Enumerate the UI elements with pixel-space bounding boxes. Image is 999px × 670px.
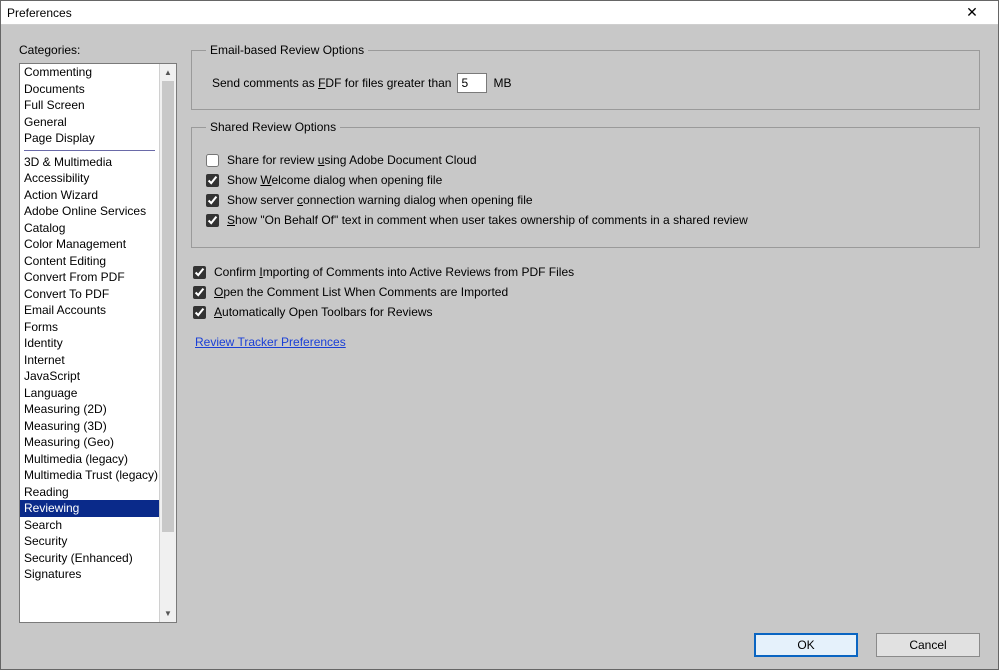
- on-behalf-of-checkbox[interactable]: [206, 214, 219, 227]
- email-review-legend: Email-based Review Options: [206, 43, 368, 57]
- category-item[interactable]: Measuring (Geo): [20, 434, 159, 451]
- open-comment-list-label: Open the Comment List When Comments are …: [214, 285, 508, 300]
- category-item[interactable]: Content Editing: [20, 253, 159, 270]
- category-item[interactable]: JavaScript: [20, 368, 159, 385]
- share-cloud-row: Share for review using Adobe Document Cl…: [206, 153, 965, 168]
- auto-open-toolbars-checkbox[interactable]: [193, 306, 206, 319]
- content-area: Categories: CommentingDocumentsFull Scre…: [19, 43, 980, 623]
- welcome-dialog-label: Show Welcome dialog when opening file: [227, 173, 442, 188]
- category-item[interactable]: Accessibility: [20, 170, 159, 187]
- category-divider: [24, 150, 155, 151]
- review-tracker-link[interactable]: Review Tracker Preferences: [195, 335, 346, 349]
- category-item[interactable]: Search: [20, 517, 159, 534]
- dialog-footer: OK Cancel: [19, 623, 980, 657]
- open-comment-list-checkbox[interactable]: [193, 286, 206, 299]
- server-connection-checkbox[interactable]: [206, 194, 219, 207]
- share-cloud-label: Share for review using Adobe Document Cl…: [227, 153, 477, 168]
- window-title: Preferences: [7, 6, 72, 20]
- category-item[interactable]: Page Display: [20, 130, 159, 147]
- shared-review-legend: Shared Review Options: [206, 120, 340, 134]
- confirm-importing-row: Confirm Importing of Comments into Activ…: [193, 265, 980, 280]
- category-item[interactable]: Security (Enhanced): [20, 550, 159, 567]
- categories-items: CommentingDocumentsFull ScreenGeneralPag…: [20, 64, 159, 622]
- ok-button[interactable]: OK: [754, 633, 858, 657]
- category-item[interactable]: Email Accounts: [20, 302, 159, 319]
- dialog-body: Categories: CommentingDocumentsFull Scre…: [1, 25, 998, 669]
- welcome-dialog-row: Show Welcome dialog when opening file: [206, 173, 965, 188]
- close-button[interactable]: ✕: [952, 2, 992, 24]
- categories-label: Categories:: [19, 43, 177, 57]
- server-connection-label: Show server connection warning dialog wh…: [227, 193, 533, 208]
- on-behalf-of-row: Show "On Behalf Of" text in comment when…: [206, 213, 965, 228]
- cancel-button[interactable]: Cancel: [876, 633, 980, 657]
- category-item[interactable]: Convert From PDF: [20, 269, 159, 286]
- category-item[interactable]: Forms: [20, 319, 159, 336]
- fdf-size-label: Send comments as FDF for files greater t…: [212, 76, 451, 90]
- category-item[interactable]: Adobe Online Services: [20, 203, 159, 220]
- category-item[interactable]: Full Screen: [20, 97, 159, 114]
- share-cloud-checkbox[interactable]: [206, 154, 219, 167]
- email-review-group: Email-based Review Options Send comments…: [191, 43, 980, 110]
- category-item[interactable]: Internet: [20, 352, 159, 369]
- general-review-options: Confirm Importing of Comments into Activ…: [191, 258, 980, 349]
- shared-review-group: Shared Review Options Share for review u…: [191, 120, 980, 248]
- category-item[interactable]: Documents: [20, 81, 159, 98]
- open-comment-list-row: Open the Comment List When Comments are …: [193, 285, 980, 300]
- fdf-size-input[interactable]: [457, 73, 487, 93]
- category-item[interactable]: Action Wizard: [20, 187, 159, 204]
- category-item[interactable]: Reading: [20, 484, 159, 501]
- category-item[interactable]: Measuring (3D): [20, 418, 159, 435]
- scroll-track[interactable]: [160, 81, 176, 605]
- scroll-thumb[interactable]: [162, 81, 174, 532]
- auto-open-toolbars-row: Automatically Open Toolbars for Reviews: [193, 305, 980, 320]
- fdf-size-row: Send comments as FDF for files greater t…: [206, 73, 965, 93]
- categories-listbox[interactable]: CommentingDocumentsFull ScreenGeneralPag…: [19, 63, 177, 623]
- category-item[interactable]: 3D & Multimedia: [20, 154, 159, 171]
- category-item[interactable]: Language: [20, 385, 159, 402]
- on-behalf-of-label: Show "On Behalf Of" text in comment when…: [227, 213, 748, 228]
- category-item[interactable]: Security: [20, 533, 159, 550]
- categories-panel: Categories: CommentingDocumentsFull Scre…: [19, 43, 177, 623]
- auto-open-toolbars-label: Automatically Open Toolbars for Reviews: [214, 305, 433, 320]
- server-connection-row: Show server connection warning dialog wh…: [206, 193, 965, 208]
- category-item[interactable]: Multimedia Trust (legacy): [20, 467, 159, 484]
- category-item[interactable]: Reviewing: [20, 500, 159, 517]
- category-item[interactable]: Convert To PDF: [20, 286, 159, 303]
- titlebar: Preferences ✕: [1, 1, 998, 25]
- preferences-dialog: Preferences ✕ Categories: CommentingDocu…: [0, 0, 999, 670]
- welcome-dialog-checkbox[interactable]: [206, 174, 219, 187]
- confirm-importing-checkbox[interactable]: [193, 266, 206, 279]
- category-item[interactable]: Identity: [20, 335, 159, 352]
- scroll-up-arrow-icon[interactable]: ▲: [160, 64, 176, 81]
- confirm-importing-label: Confirm Importing of Comments into Activ…: [214, 265, 574, 280]
- category-item[interactable]: Measuring (2D): [20, 401, 159, 418]
- close-icon: ✕: [966, 4, 978, 21]
- settings-panel: Email-based Review Options Send comments…: [191, 43, 980, 623]
- category-item[interactable]: Multimedia (legacy): [20, 451, 159, 468]
- category-item[interactable]: Signatures: [20, 566, 159, 583]
- categories-scrollbar[interactable]: ▲ ▼: [159, 64, 176, 622]
- category-item[interactable]: Catalog: [20, 220, 159, 237]
- category-item[interactable]: Commenting: [20, 64, 159, 81]
- fdf-size-unit: MB: [493, 76, 511, 90]
- category-item[interactable]: General: [20, 114, 159, 131]
- category-item[interactable]: Color Management: [20, 236, 159, 253]
- scroll-down-arrow-icon[interactable]: ▼: [160, 605, 176, 622]
